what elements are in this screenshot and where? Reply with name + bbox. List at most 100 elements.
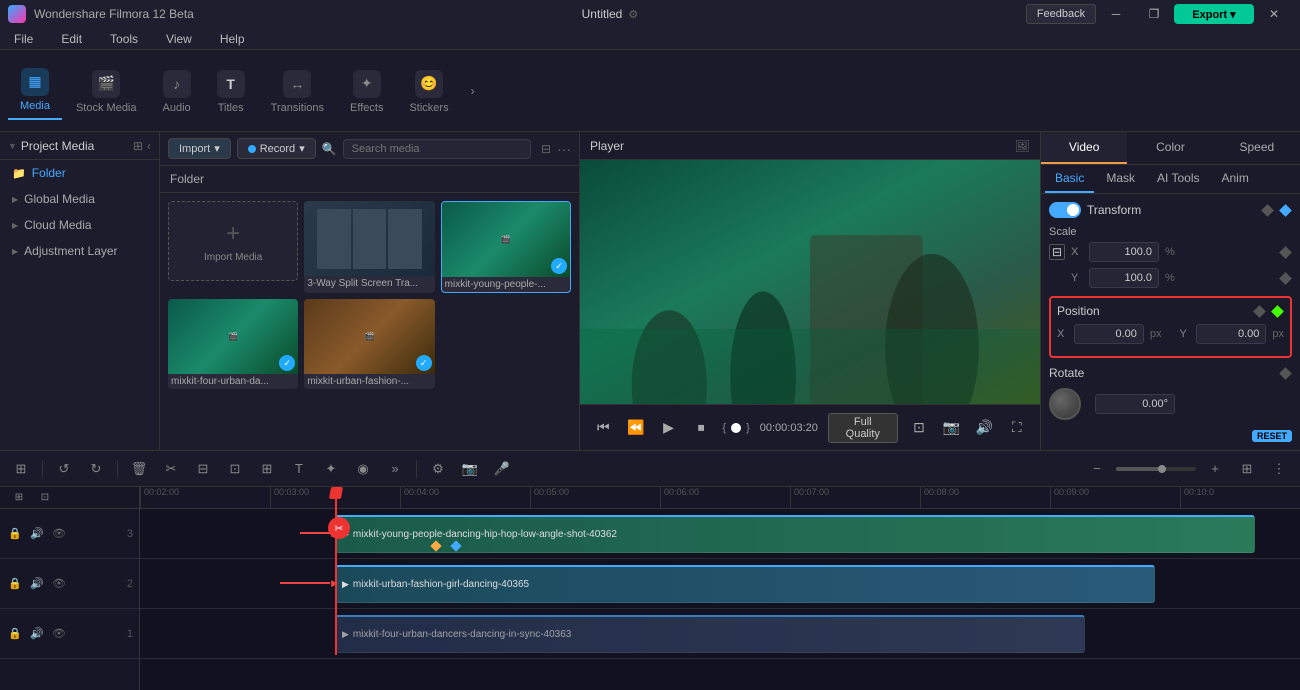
media-item-four-urban[interactable]: 🎬 ✓ mixkit-four-urban-da... (168, 299, 298, 389)
media-item-split-screen[interactable]: 3-Way Split Screen Tra... (304, 201, 434, 293)
grid-view-button[interactable]: ⊞ (1234, 456, 1260, 482)
rotate-reset[interactable] (1278, 366, 1292, 380)
tab-speed[interactable]: Speed (1214, 132, 1300, 164)
import-media-button[interactable]: + Import Media (168, 201, 298, 281)
sidebar-item-cloud-media[interactable]: ▶ Cloud Media (4, 213, 155, 237)
transform-toggle[interactable] (1049, 202, 1081, 218)
tab-titles[interactable]: T Titles (205, 64, 257, 120)
track-1-visibility[interactable]: 👁 (50, 625, 68, 643)
text-tl-button[interactable]: T (286, 456, 312, 482)
filter-icon[interactable]: ⊟ (541, 142, 551, 156)
close-button[interactable]: ✕ (1256, 4, 1292, 24)
track-options-button[interactable]: ⊡ (32, 487, 58, 511)
tab-color[interactable]: Color (1127, 132, 1213, 164)
tab-transitions[interactable]: ↔ Transitions (259, 64, 336, 120)
frame-back-button[interactable]: ⏪ (625, 416, 648, 440)
export-button[interactable]: Export ▾ (1174, 4, 1254, 24)
camera-button[interactable]: 📷 (457, 456, 483, 482)
zoom-in-button[interactable]: + (1202, 456, 1228, 482)
menu-edit[interactable]: Edit (55, 30, 88, 48)
zoom-slider[interactable] (1116, 467, 1196, 471)
volume-button[interactable]: 🔊 (973, 416, 996, 440)
screenshot-button[interactable]: 📷 (940, 416, 963, 440)
media-item-young-people[interactable]: 🎬 ✓ mixkit-young-people-... (441, 201, 571, 293)
sidebar-collapse-icon[interactable]: ‹ (147, 139, 151, 153)
sidebar-item-adjustment-layer[interactable]: ▶ Adjustment Layer (4, 239, 155, 263)
reset-badge[interactable]: RESET (1252, 430, 1292, 442)
track-2-visibility[interactable]: 👁 (50, 575, 68, 593)
position-keyframe-active[interactable] (1270, 304, 1284, 318)
redo-button[interactable]: ↻ (83, 456, 109, 482)
track-2-lock[interactable]: 🔒 (6, 575, 24, 593)
tab-audio[interactable]: ♪ Audio (151, 64, 203, 120)
media-item-urban-fashion[interactable]: 🎬 ✓ mixkit-urban-fashion-... (304, 299, 434, 389)
timeline-grid-button[interactable]: ⊞ (8, 456, 34, 482)
progress-handle[interactable] (731, 423, 741, 433)
tab-stock-media[interactable]: 🎬 Stock Media (64, 64, 149, 120)
rotate-input[interactable] (1095, 394, 1175, 414)
tab-effects[interactable]: ✦ Effects (338, 64, 395, 120)
clip-four-urban[interactable]: ▶ mixkit-four-urban-dancers-dancing-in-s… (335, 615, 1085, 653)
split-button[interactable]: ⊟ (190, 456, 216, 482)
scale-x-reset[interactable] (1278, 245, 1292, 259)
cut-button[interactable]: ✂ (158, 456, 184, 482)
search-input[interactable] (343, 139, 531, 159)
record-button[interactable]: Record ▾ (237, 138, 316, 159)
subtab-ai-tools[interactable]: AI Tools (1147, 165, 1209, 193)
transform-tl-button[interactable]: ⊞ (254, 456, 280, 482)
position-y-input[interactable] (1196, 324, 1266, 344)
keyframe-2[interactable] (450, 540, 461, 551)
tab-stickers[interactable]: 😊 Stickers (397, 64, 460, 120)
sidebar-grid-icon[interactable]: ⊞ (133, 139, 143, 153)
play-button[interactable]: ▶ (657, 416, 680, 440)
skip-back-button[interactable]: ⏮ (592, 416, 615, 440)
effect-tl-button[interactable]: ✦ (318, 456, 344, 482)
more-options-icon[interactable]: ··· (557, 141, 571, 157)
track-1-mute[interactable]: 🔊 (28, 625, 46, 643)
menu-view[interactable]: View (160, 30, 198, 48)
track-3-mute[interactable]: 🔊 (28, 525, 46, 543)
stop-button[interactable]: ⏹ (690, 416, 713, 440)
transform-keyframe-add[interactable] (1278, 203, 1292, 217)
more-tools-button[interactable]: » (382, 456, 408, 482)
clip-urban-fashion[interactable]: ▶ mixkit-urban-fashion-girl-dancing-4036… (335, 565, 1155, 603)
more-tl-button[interactable]: ⋮ (1266, 456, 1292, 482)
crop-button[interactable]: ⊡ (222, 456, 248, 482)
import-button[interactable]: Import ▾ (168, 138, 231, 159)
tab-video[interactable]: Video (1041, 132, 1127, 164)
menu-tools[interactable]: Tools (104, 30, 144, 48)
fit-screen-button[interactable]: ⊡ (908, 416, 931, 440)
undo-button[interactable]: ↺ (51, 456, 77, 482)
sidebar-item-folder[interactable]: 📁 Folder (4, 161, 155, 185)
tab-media[interactable]: ▦ Media (8, 62, 62, 120)
position-x-input[interactable] (1074, 324, 1144, 344)
track-3-lock[interactable]: 🔒 (6, 525, 24, 543)
settings-tl-button[interactable]: ⚙ (425, 456, 451, 482)
subtab-anim[interactable]: Anim (1211, 165, 1258, 193)
track-1-lock[interactable]: 🔒 (6, 625, 24, 643)
scale-y-input[interactable] (1089, 268, 1159, 288)
more-tabs-button[interactable]: › (463, 84, 483, 98)
color-match-button[interactable]: ◉ (350, 456, 376, 482)
sidebar-item-global-media[interactable]: ▶ Global Media (4, 187, 155, 211)
mic-button[interactable]: 🎤 (489, 456, 515, 482)
keyframe-1[interactable] (430, 540, 441, 551)
transform-keyframe-prev[interactable] (1260, 203, 1274, 217)
clip-young-people[interactable]: ▶ mixkit-young-people-dancing-hip-hop-lo… (335, 515, 1255, 553)
fullscreen-button[interactable]: ⛶ (1005, 416, 1028, 440)
subtab-mask[interactable]: Mask (1096, 165, 1145, 193)
zoom-out-button[interactable]: − (1084, 456, 1110, 482)
scale-x-input[interactable] (1089, 242, 1159, 262)
position-keyframe-prev[interactable] (1252, 304, 1266, 318)
subtab-basic[interactable]: Basic (1045, 165, 1094, 193)
feedback-button[interactable]: Feedback (1026, 4, 1096, 24)
add-track-button[interactable]: ⊞ (6, 487, 32, 511)
track-3-visibility[interactable]: 👁 (50, 525, 68, 543)
menu-file[interactable]: File (8, 30, 39, 48)
minimize-button[interactable]: ─ (1098, 4, 1134, 24)
scale-y-reset[interactable] (1278, 271, 1292, 285)
quality-button[interactable]: Full Quality (828, 413, 898, 443)
menu-help[interactable]: Help (214, 30, 251, 48)
track-2-mute[interactable]: 🔊 (28, 575, 46, 593)
restore-button[interactable]: ❐ (1136, 4, 1172, 24)
